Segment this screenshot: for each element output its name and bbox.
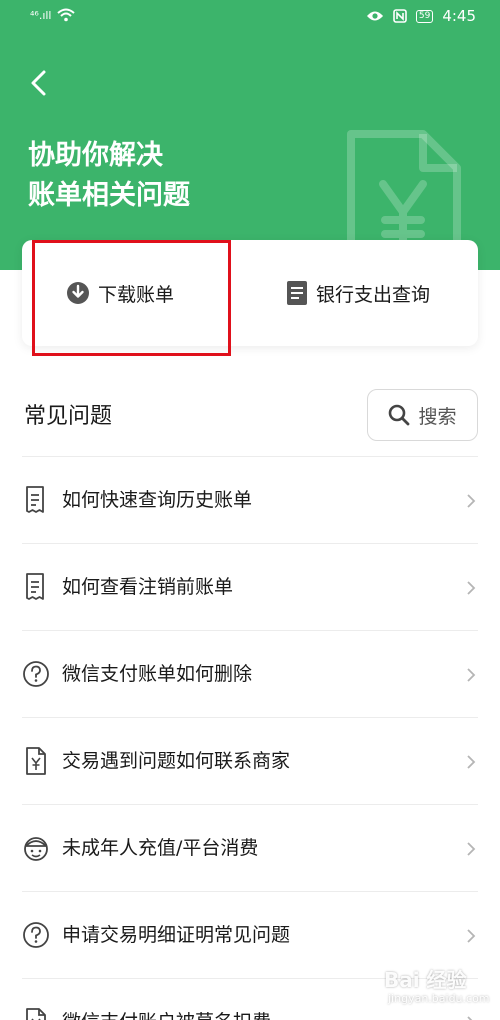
document-icon: [287, 281, 307, 305]
chevron-right-icon: [467, 494, 476, 508]
search-label: 搜索: [418, 405, 457, 428]
faq-item[interactable]: 交易遇到问题如何联系商家: [22, 717, 478, 804]
nfc-icon: [393, 9, 407, 23]
back-arrow-icon[interactable]: [24, 66, 54, 100]
child-face-icon: [24, 837, 48, 861]
signal-indicator: ⁴⁶.ıll: [30, 8, 52, 22]
yuan-doc-icon: [26, 1008, 46, 1020]
faq-section-title: 常见问题: [24, 404, 113, 429]
watermark-brand: Bai 经验: [384, 968, 467, 992]
title-line-2: 账单相关问题: [28, 180, 190, 211]
bank-expense-query-label: 银行支出查询: [316, 283, 431, 306]
bank-expense-query-button[interactable]: 银行支出查询: [286, 240, 430, 346]
watermark-url: jingyan.baidu.com: [388, 992, 490, 1005]
chevron-right-icon: [467, 929, 476, 943]
faq-item-label: 未成年人充值/平台消费: [62, 837, 259, 859]
search-button[interactable]: 搜索: [367, 389, 478, 441]
question-icon: [23, 661, 49, 687]
chevron-right-icon: [467, 842, 476, 856]
faq-item-label: 申请交易明细证明常见问题: [62, 924, 291, 946]
faq-list: 如何快速查询历史账单 如何查看注销前账单 微信支付账单如何删除 交易遇到问题如何…: [0, 456, 500, 1020]
chevron-right-icon: [467, 1016, 473, 1020]
header: ⁴⁶.ıll 59 4:45 协助你解决 账单相关问题: [0, 0, 500, 270]
faq-item-label: 如何查看注销前账单: [62, 576, 234, 598]
eye-icon: [366, 11, 383, 21]
faq-item-label: 微信支付账单如何删除: [62, 663, 253, 685]
receipt-icon: [26, 486, 44, 513]
battery-indicator: 59: [415, 9, 434, 23]
clock: 4:45: [442, 7, 476, 25]
chevron-right-icon: [467, 581, 476, 595]
faq-item-label: 如何快速查询历史账单: [62, 489, 253, 511]
faq-item-label: 交易遇到问题如何联系商家: [62, 750, 291, 772]
search-icon: [389, 404, 410, 426]
receipt-icon: [26, 573, 44, 600]
baidu-jingyan-watermark: Bai 经验 jingyan.baidu.com: [384, 964, 494, 1014]
chevron-right-icon: [467, 668, 476, 682]
faq-item-label: 微信支付账户被莫名扣费: [62, 979, 271, 1020]
page-title: 协助你解决 账单相关问题: [28, 136, 190, 216]
faq-item[interactable]: 微信支付账单如何删除: [22, 630, 478, 717]
wifi-icon: [57, 8, 76, 22]
status-bar: ⁴⁶.ıll 59 4:45: [0, 0, 500, 34]
faq-item[interactable]: 如何查看注销前账单: [22, 543, 478, 630]
chevron-right-icon: [467, 755, 476, 769]
faq-item[interactable]: 如何快速查询历史账单: [22, 456, 478, 543]
yuan-doc-icon: [26, 747, 46, 775]
question-icon: [23, 922, 49, 948]
faq-item[interactable]: 未成年人充值/平台消费: [22, 804, 478, 891]
highlight-box: [32, 240, 231, 356]
title-line-1: 协助你解决: [28, 140, 163, 171]
